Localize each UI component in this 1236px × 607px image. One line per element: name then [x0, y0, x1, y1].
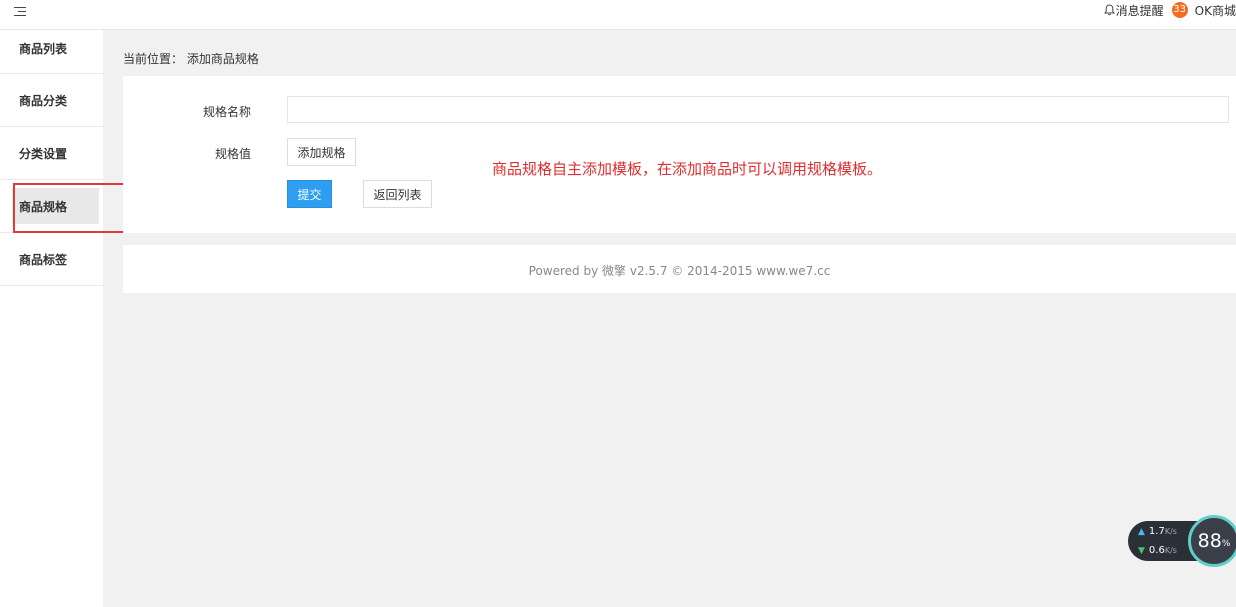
sidebar: 商品列表 商品分类 分类设置 商品规格 商品标签	[0, 30, 103, 607]
sidebar-item-product-list[interactable]: 商品列表	[0, 30, 103, 74]
download-arrow-icon: ▼	[1138, 546, 1145, 556]
usage-unit: %	[1221, 539, 1231, 549]
back-to-list-button[interactable]: 返回列表	[363, 180, 432, 208]
annotation-text: 商品规格自主添加模板，在添加商品时可以调用规格模板。	[492, 160, 883, 178]
sidebar-item-label: 商品列表	[19, 42, 68, 56]
bell-icon[interactable]	[1103, 4, 1115, 16]
download-unit: K/s	[1164, 546, 1177, 555]
usage-gauge: 88%	[1188, 515, 1236, 567]
breadcrumb: 当前位置： 添加商品规格	[123, 52, 259, 66]
notice-count-badge: 33	[1171, 2, 1188, 18]
sidebar-item-product-category[interactable]: 商品分类	[0, 74, 103, 127]
upload-value: 1.7	[1148, 526, 1165, 537]
spec-name-label: 规格名称	[202, 105, 251, 119]
sidebar-item-product-tags[interactable]: 商品标签	[0, 233, 103, 286]
usage-value: 88	[1197, 530, 1222, 552]
submit-button[interactable]: 提交	[287, 180, 332, 208]
sidebar-item-label: 分类设置	[19, 146, 68, 161]
notice-link[interactable]: 消息提醒	[1116, 2, 1164, 19]
add-spec-button[interactable]: 添加规格	[287, 138, 356, 166]
footer-text: Powered by 微擎 v2.5.7 © 2014-2015 www.we7…	[528, 264, 831, 278]
upload-unit: K/s	[1164, 527, 1177, 536]
network-speed-widget[interactable]: ▲ 1.7K/s ▼ 0.6K/s 88%	[1128, 515, 1236, 567]
sidebar-item-label: 商品分类	[19, 93, 68, 108]
sidebar-item-label: 商品规格	[19, 199, 68, 214]
footer: Powered by 微擎 v2.5.7 © 2014-2015 www.we7…	[123, 245, 1236, 293]
sidebar-item-product-spec[interactable]: 商品规格	[0, 180, 103, 233]
spec-name-input[interactable]	[287, 96, 1229, 123]
spec-value-label: 规格值	[214, 147, 251, 161]
sidebar-item-label: 商品标签	[19, 252, 68, 267]
shop-name-link[interactable]: OK商城	[1195, 2, 1236, 19]
download-value: 0.6	[1148, 545, 1165, 556]
upload-arrow-icon: ▲	[1138, 527, 1145, 537]
upload-speed: ▲ 1.7K/s	[1138, 526, 1177, 537]
download-speed: ▼ 0.6K/s	[1138, 545, 1177, 556]
header-right: 消息提醒 33 OK商城	[1103, 0, 1236, 20]
menu-toggle-icon[interactable]	[14, 6, 28, 20]
sidebar-item-category-settings[interactable]: 分类设置	[0, 127, 103, 180]
top-bar: 消息提醒 33 OK商城	[0, 0, 1236, 30]
spec-form-panel: 规格名称 规格值 添加规格 提交 返回列表 商品规格自主添加模板，在添加商品时可…	[123, 76, 1236, 233]
